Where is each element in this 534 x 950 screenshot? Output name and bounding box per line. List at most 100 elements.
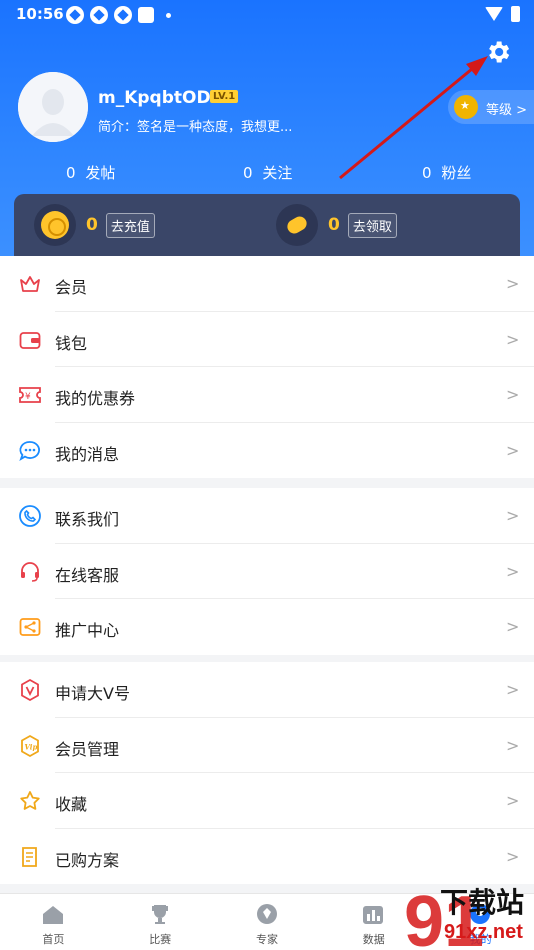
bean-balance: 0	[328, 215, 340, 235]
coupon-icon: ¥	[19, 387, 41, 403]
coin-balance: 0	[86, 215, 98, 235]
chevron-right-icon: >	[506, 440, 520, 460]
menu-item[interactable]: ¥ 我的优惠券 >	[0, 367, 534, 423]
expert-icon	[256, 904, 277, 924]
menu-item-label: 在线客服	[55, 565, 120, 585]
chevron-right-icon: >	[506, 735, 520, 755]
tab-trophy[interactable]: 比赛	[107, 894, 214, 950]
coin-icon	[34, 204, 76, 246]
phone-icon	[19, 505, 41, 527]
menu-group: 申请大V号 > Vip 会员管理 > 收藏 > 已购方案 >	[0, 662, 534, 884]
menu-item[interactable]: 在线客服 >	[0, 544, 534, 599]
stat-label: 粉丝	[441, 164, 472, 182]
menu-item-label: 会员管理	[55, 739, 120, 759]
menu-item[interactable]: Vip 会员管理 >	[0, 718, 534, 773]
bio-text[interactable]: 简介：签名是一种态度，我想更...	[98, 116, 303, 135]
app-notification-icon	[66, 6, 84, 24]
menu-group: 联系我们 > 在线客服 > 推广中心 >	[0, 488, 534, 655]
chevron-right-icon: >	[506, 617, 520, 636]
stat-following[interactable]: 0 关注	[243, 162, 292, 183]
stat-followers[interactable]: 0 粉丝	[422, 162, 471, 183]
medal-icon	[454, 95, 478, 119]
app-notification-icon	[114, 6, 132, 24]
profile-header: 10:56 m_KpqbtODe LV.1 简介：签名是一种态度，我想更... …	[0, 0, 534, 256]
chevron-right-icon: >	[506, 329, 520, 349]
svg-text:¥: ¥	[25, 392, 31, 402]
menu-item[interactable]: 申请大V号 >	[0, 662, 534, 718]
stat-label: 发帖	[85, 164, 116, 182]
trophy-icon	[151, 905, 168, 924]
stat-count: 0	[243, 164, 253, 182]
system-icons	[485, 6, 520, 22]
wifi-icon	[485, 7, 503, 21]
chevron-right-icon: >	[506, 791, 520, 810]
status-bar: 10:56	[0, 0, 534, 30]
claim-button[interactable]: 去领取	[347, 212, 397, 238]
receipt-icon	[22, 846, 37, 867]
menu-item[interactable]: 推广中心 >	[0, 599, 534, 655]
message-icon	[19, 440, 40, 461]
level-badge: LV.1	[210, 90, 239, 103]
tab-home[interactable]: 首页	[0, 894, 107, 950]
vip-icon: Vip	[21, 734, 39, 757]
chevron-right-icon: >	[506, 385, 520, 404]
wallet-card: 0 去充值 0 去领取	[14, 194, 520, 256]
chevron-right-icon: >	[506, 274, 520, 293]
level-button[interactable]: 等级 >	[448, 90, 534, 124]
coins-item[interactable]: 0 去充值	[34, 204, 155, 246]
watermark-logo: 91 下载站 91xz.net	[404, 882, 524, 950]
menu-item[interactable]: 会员 >	[0, 256, 534, 312]
svg-text:下载站: 下载站	[440, 886, 524, 919]
recharge-button[interactable]: 去充值	[105, 212, 155, 238]
chevron-right-icon: >	[506, 506, 520, 525]
stat-count: 0	[66, 164, 76, 182]
menu-group: 会员 > 钱包 > ¥ 我的优惠券 > 我的消息 >	[0, 256, 534, 478]
menu-item[interactable]: 钱包 >	[0, 312, 534, 367]
level-label: 等级 >	[486, 103, 528, 118]
share-icon	[19, 618, 41, 636]
stat-posts[interactable]: 0 发帖	[66, 162, 115, 183]
app-notification-icon	[90, 6, 108, 24]
menu-item[interactable]: 我的消息 >	[0, 423, 534, 479]
tab-expert[interactable]: 专家	[214, 894, 321, 950]
battery-icon	[511, 6, 520, 22]
v-badge-icon	[21, 678, 39, 702]
tab-label: 首页	[42, 933, 65, 946]
chevron-right-icon: >	[506, 846, 520, 866]
menu-item-label: 推广中心	[55, 621, 120, 640]
headset-icon	[21, 561, 39, 582]
menu-item-label: 收藏	[55, 795, 88, 814]
wallet-icon	[19, 331, 41, 349]
chevron-right-icon: >	[506, 680, 520, 699]
username[interactable]: m_KpqbtODe	[98, 88, 222, 108]
more-notifications-icon	[166, 12, 171, 18]
svg-text:91xz.net: 91xz.net	[444, 921, 523, 943]
home-icon	[43, 906, 63, 924]
tab-label: 专家	[255, 933, 278, 946]
stats-row: 0 发帖 0 关注 0 粉丝	[0, 162, 534, 186]
menu-item-label: 我的优惠券	[55, 389, 136, 408]
bean-icon	[276, 204, 318, 246]
menu-item-label: 钱包	[55, 333, 88, 353]
tab-label: 比赛	[149, 933, 172, 946]
app-notification-icon	[138, 7, 154, 23]
menu-item[interactable]: 联系我们 >	[0, 488, 534, 544]
menu-item-label: 申请大V号	[55, 684, 130, 703]
notification-icons	[66, 6, 171, 24]
menu-item[interactable]: 收藏 >	[0, 773, 534, 829]
avatar[interactable]	[18, 72, 88, 142]
crown-icon	[20, 276, 40, 292]
menu-item[interactable]: 已购方案 >	[0, 829, 534, 885]
data-icon	[363, 906, 384, 924]
menu-item-label: 联系我们	[55, 510, 120, 529]
status-time: 10:56	[16, 5, 64, 23]
menu-item-label: 会员	[55, 278, 88, 297]
menu-item-label: 我的消息	[55, 444, 120, 464]
svg-text:Vip: Vip	[25, 742, 38, 751]
beans-item[interactable]: 0 去领取	[276, 204, 397, 246]
settings-gear-icon[interactable]	[484, 38, 512, 66]
menu-item-label: 已购方案	[55, 850, 120, 870]
stat-label: 关注	[262, 164, 293, 182]
default-avatar-icon	[18, 72, 88, 142]
chevron-right-icon: >	[506, 561, 520, 581]
